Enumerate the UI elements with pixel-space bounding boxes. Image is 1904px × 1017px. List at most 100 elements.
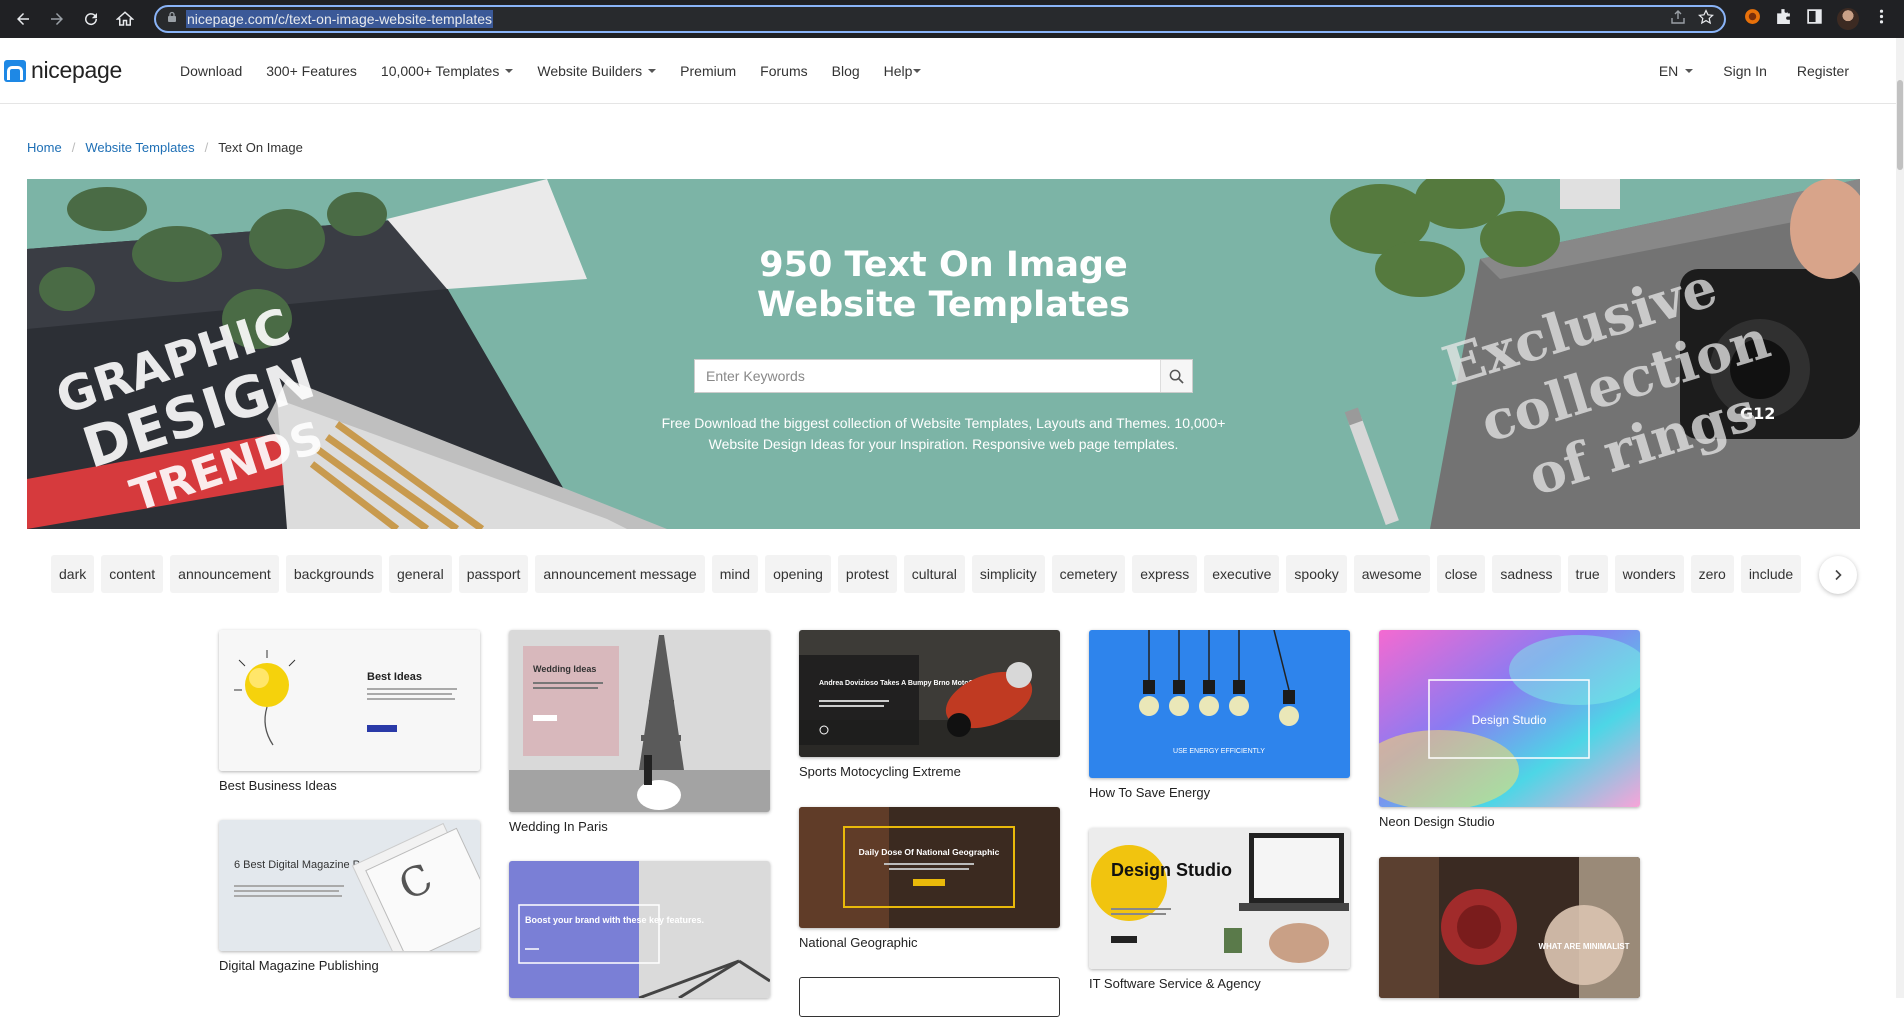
back-icon[interactable]: [8, 4, 38, 34]
template-title[interactable]: Sports Motocycling Extreme: [799, 764, 1060, 779]
chevron-down-icon: [1685, 69, 1694, 73]
template-thumbnail[interactable]: Boost your brand with these key features…: [509, 861, 770, 998]
tag-chip[interactable]: content: [101, 555, 164, 593]
nav-forums[interactable]: Forums: [748, 63, 819, 79]
template-thumbnail[interactable]: Andrea Dovizioso Takes A Bumpy Brno Moto…: [799, 630, 1060, 757]
chevron-down-icon: [505, 68, 514, 73]
template-title[interactable]: Digital Magazine Publishing: [219, 958, 480, 973]
url-text[interactable]: nicepage.com/c/text-on-image-website-tem…: [186, 10, 494, 28]
nicepage-logo[interactable]: nicepage: [4, 57, 122, 84]
nav-premium[interactable]: Premium: [668, 63, 748, 79]
template-card[interactable]: Boost your brand with these key features…: [509, 861, 770, 1005]
template-thumbnail[interactable]: USE ENERGY EFFICIENTLY: [1089, 630, 1350, 778]
nav-label: 300+ Features: [266, 62, 357, 79]
tag-chip[interactable]: zero: [1690, 555, 1734, 593]
template-thumbnail[interactable]: Design Studio: [1379, 630, 1640, 807]
template-thumbnail[interactable]: Best Ideas: [219, 630, 480, 771]
tag-chip[interactable]: express: [1132, 555, 1198, 593]
tag-chip[interactable]: announcement: [170, 555, 279, 593]
nav-templates[interactable]: 10,000+ Templates: [369, 63, 525, 79]
template-thumbnail[interactable]: 6 Best Digital Magazine Publishing C: [219, 820, 480, 951]
tag-chip[interactable]: simplicity: [971, 555, 1045, 593]
tag-chip[interactable]: close: [1436, 555, 1486, 593]
page-scrollbar[interactable]: [1896, 38, 1904, 998]
tag-chip[interactable]: backgrounds: [285, 555, 382, 593]
template-thumbnail[interactable]: Design Studio: [1089, 828, 1350, 969]
tag-chip[interactable]: opening: [765, 555, 831, 593]
tags-next-button[interactable]: [1819, 556, 1857, 594]
search-icon: [1169, 369, 1184, 384]
template-thumbnail[interactable]: Daily Dose Of National Geographic: [799, 807, 1060, 928]
nav-website-builders[interactable]: Website Builders: [525, 63, 668, 79]
template-card[interactable]: Best Ideas Best Business Ideas: [219, 630, 480, 793]
breadcrumb-separator: /: [204, 140, 209, 155]
tag-chip[interactable]: wonders: [1614, 555, 1684, 593]
nav-features[interactable]: 300+ Features: [254, 63, 369, 79]
address-bar[interactable]: nicepage.com/c/text-on-image-website-tem…: [154, 5, 1726, 33]
nav-blog[interactable]: Blog: [820, 63, 872, 79]
nav-label: Help: [883, 62, 913, 79]
tag-chip[interactable]: spooky: [1286, 555, 1347, 593]
template-card[interactable]: Wedding Ideas Wedding In Paris: [509, 630, 770, 834]
tag-chip[interactable]: dark: [51, 555, 95, 593]
nav-label: Premium: [680, 62, 737, 79]
logo-icon: [4, 59, 26, 82]
extension-fox-icon[interactable]: [1744, 8, 1761, 30]
tag-chip[interactable]: protest: [837, 555, 897, 593]
tag-chip[interactable]: awesome: [1353, 555, 1430, 593]
tag-strip: dark content announcement backgrounds ge…: [51, 555, 1802, 593]
tag-chip[interactable]: general: [388, 555, 452, 593]
forward-icon[interactable]: [42, 4, 72, 34]
template-card[interactable]: [799, 977, 1060, 1017]
template-card[interactable]: 6 Best Digital Magazine Publishing C Dig…: [219, 820, 480, 973]
home-icon[interactable]: [110, 4, 140, 34]
breadcrumb-home[interactable]: Home: [27, 140, 62, 155]
template-thumbnail[interactable]: WHAT ARE MINIMALIST: [1379, 857, 1640, 998]
template-card[interactable]: WHAT ARE MINIMALIST: [1379, 857, 1640, 1005]
tag-chip[interactable]: sadness: [1492, 555, 1561, 593]
template-title[interactable]: IT Software Service & Agency: [1089, 976, 1350, 991]
template-card[interactable]: Design Studio Neon Design Studio: [1379, 630, 1640, 829]
template-title[interactable]: Wedding In Paris: [509, 819, 770, 834]
scrollbar-thumb[interactable]: [1897, 80, 1903, 170]
search-button[interactable]: [1160, 360, 1192, 392]
extensions-puzzle-icon[interactable]: [1775, 8, 1792, 30]
template-card[interactable]: USE ENERGY EFFICIENTLY How To Save Energ…: [1089, 630, 1350, 800]
breadcrumb-website-templates[interactable]: Website Templates: [85, 140, 194, 155]
nav-download[interactable]: Download: [168, 63, 254, 79]
template-thumbnail[interactable]: [799, 977, 1060, 1017]
sign-in-link[interactable]: Sign In: [1708, 63, 1782, 79]
template-title[interactable]: Neon Design Studio: [1379, 814, 1640, 829]
bookmark-star-icon[interactable]: [1698, 8, 1714, 30]
tag-chip[interactable]: passport: [458, 555, 529, 593]
tag-chip[interactable]: announcement message: [535, 555, 705, 593]
template-card[interactable]: Daily Dose Of National Geographic Nation…: [799, 807, 1060, 950]
template-title[interactable]: National Geographic: [799, 935, 1060, 950]
main-nav: Download 300+ Features 10,000+ Templates…: [168, 63, 933, 79]
lock-icon[interactable]: [166, 10, 178, 28]
search-input[interactable]: [695, 360, 1160, 392]
side-panel-icon[interactable]: [1806, 8, 1823, 30]
tag-chip[interactable]: cultural: [903, 555, 965, 593]
template-title[interactable]: Best Business Ideas: [219, 778, 480, 793]
register-link[interactable]: Register: [1782, 63, 1864, 79]
nav-help[interactable]: Help: [872, 63, 934, 79]
template-thumbnail[interactable]: Wedding Ideas: [509, 630, 770, 812]
tag-chip[interactable]: cemetery: [1051, 555, 1126, 593]
menu-kebab-icon[interactable]: [1873, 8, 1890, 30]
template-card[interactable]: Design Studio IT Software Service & Agen…: [1089, 828, 1350, 991]
tag-chip[interactable]: mind: [711, 555, 759, 593]
chevron-down-icon: [913, 68, 922, 73]
language-selector[interactable]: EN: [1644, 63, 1708, 79]
tag-chip[interactable]: true: [1567, 555, 1608, 593]
thumb-heading: Andrea Dovizioso Takes A Bumpy Brno Moto…: [819, 680, 979, 687]
tag-chip[interactable]: include: [1740, 555, 1802, 593]
share-icon[interactable]: [1670, 9, 1686, 30]
template-title[interactable]: How To Save Energy: [1089, 785, 1350, 800]
template-card[interactable]: Andrea Dovizioso Takes A Bumpy Brno Moto…: [799, 630, 1060, 779]
breadcrumb-separator: /: [71, 140, 76, 155]
reload-icon[interactable]: [76, 4, 106, 34]
browser-toolbar: nicepage.com/c/text-on-image-website-tem…: [0, 0, 1904, 38]
tag-chip[interactable]: executive: [1204, 555, 1280, 593]
profile-avatar[interactable]: [1837, 8, 1859, 30]
